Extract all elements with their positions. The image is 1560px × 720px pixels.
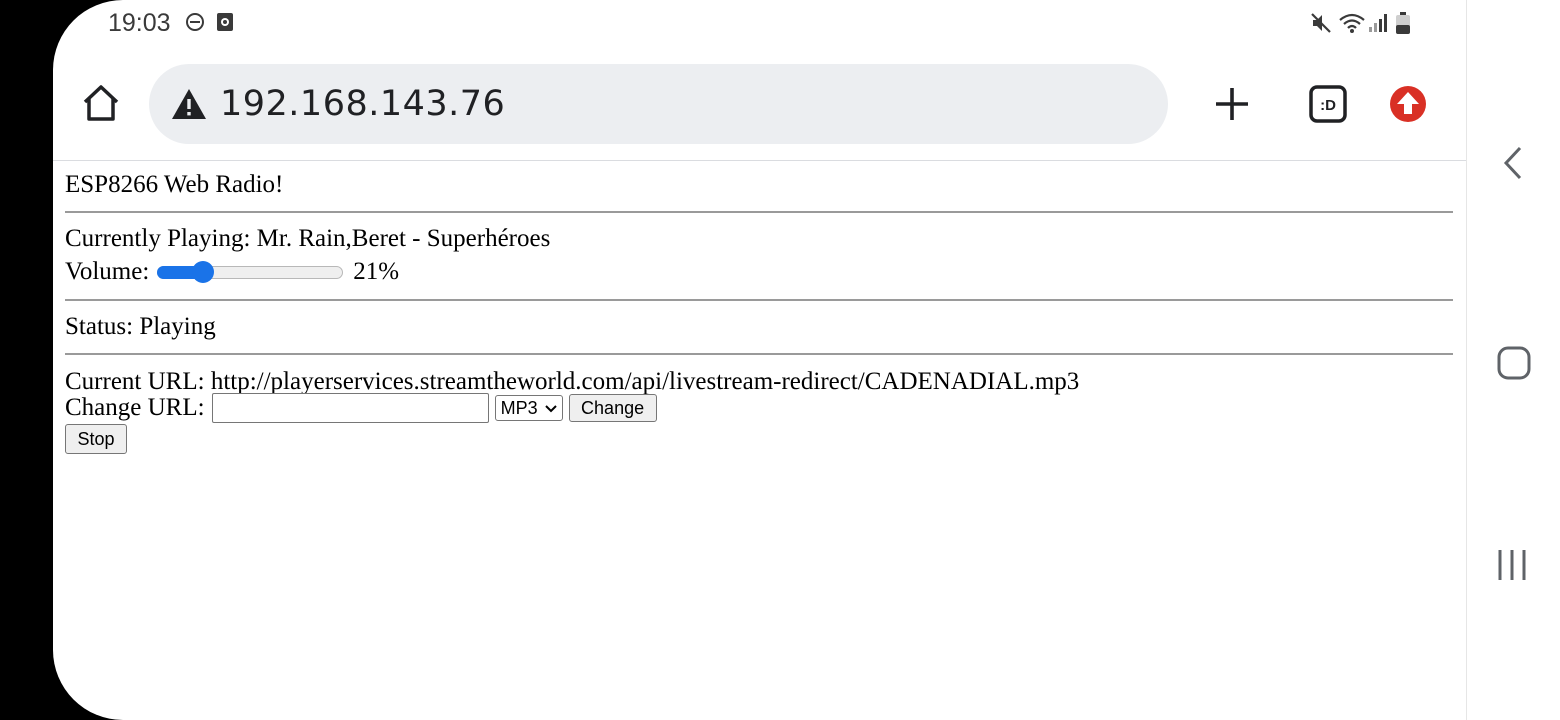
address-bar-url[interactable]: 192.168.143.76 bbox=[220, 84, 505, 124]
android-nav-bar bbox=[1466, 0, 1560, 720]
home-icon[interactable] bbox=[80, 82, 122, 124]
home-square-icon[interactable] bbox=[1497, 346, 1531, 385]
volume-slider[interactable] bbox=[157, 257, 344, 287]
currently-playing-label: Currently Playing: bbox=[65, 225, 251, 252]
browser-screen: 19:03 192.168.143.76:D ESP8266 Web Radi… bbox=[53, 0, 1466, 720]
status-bar: 19:03 bbox=[53, 0, 1466, 46]
current-url-value: http://playerservices.streamtheworld.com… bbox=[210, 368, 1080, 395]
do-not-disturb-icon bbox=[185, 12, 205, 37]
volume-label: Volume: bbox=[65, 258, 150, 285]
currently-playing-value: Mr. Rain,Beret - Superhéroes bbox=[256, 225, 551, 252]
currently-playing-row: Currently Playing: Mr. Rain,Beret - Supe… bbox=[65, 221, 1453, 257]
volume-slider-thumb[interactable] bbox=[191, 261, 214, 283]
new-tab-plus-icon[interactable] bbox=[1212, 84, 1252, 124]
stop-row: Stop bbox=[65, 423, 1453, 455]
page-heading: ESP8266 Web Radio! bbox=[65, 171, 284, 198]
browser-toolbar: 192.168.143.76 :D bbox=[53, 46, 1466, 160]
divider bbox=[65, 353, 1453, 355]
volume-value: 21% bbox=[353, 258, 400, 285]
signal-icon bbox=[1368, 12, 1388, 39]
status-time: 19:03 bbox=[108, 9, 171, 37]
change-url-input[interactable] bbox=[211, 393, 489, 423]
address-bar[interactable]: 192.168.143.76 bbox=[149, 64, 1168, 144]
screen-record-icon bbox=[216, 12, 234, 37]
status-label: Status: bbox=[65, 313, 134, 340]
not-secure-warning-icon[interactable] bbox=[171, 88, 207, 120]
status-row: Status: Playing bbox=[65, 309, 1453, 345]
battery-icon bbox=[1395, 12, 1411, 41]
back-icon[interactable] bbox=[1503, 146, 1523, 185]
change-url-label: Change URL: bbox=[65, 394, 205, 421]
change-url-row: Change URL: MP3 Change bbox=[65, 393, 1453, 423]
update-arrow-icon[interactable] bbox=[1388, 84, 1428, 124]
volume-row: Volume: 21% bbox=[65, 257, 1453, 287]
tab-switcher-icon[interactable]: :D bbox=[1308, 84, 1348, 124]
format-select[interactable]: MP3 bbox=[494, 395, 563, 421]
wifi-icon bbox=[1338, 12, 1366, 39]
current-url-row: Current URL: http://playerservices.strea… bbox=[65, 363, 1453, 395]
format-select-value: MP3 bbox=[500, 397, 538, 418]
change-button[interactable]: Change bbox=[568, 394, 657, 422]
tab-switcher-label: :D bbox=[1320, 97, 1336, 114]
status-value: Playing bbox=[139, 313, 216, 340]
stop-button[interactable]: Stop bbox=[65, 424, 127, 454]
chevron-down-icon bbox=[544, 398, 558, 419]
divider bbox=[65, 211, 1453, 213]
web-page-content: ESP8266 Web Radio! Currently Playing: Mr… bbox=[65, 167, 1453, 455]
toolbar-divider bbox=[53, 160, 1466, 161]
mute-icon bbox=[1310, 12, 1332, 39]
current-url-label: Current URL: bbox=[65, 368, 205, 395]
recents-icon[interactable] bbox=[1497, 548, 1527, 587]
divider bbox=[65, 299, 1453, 301]
